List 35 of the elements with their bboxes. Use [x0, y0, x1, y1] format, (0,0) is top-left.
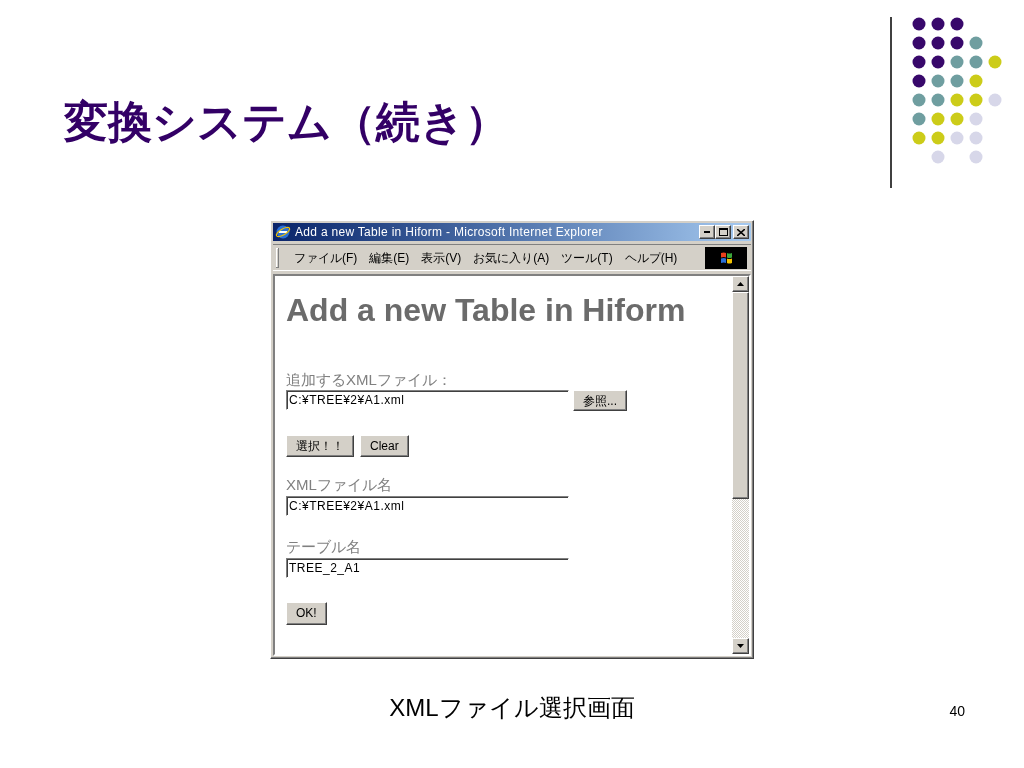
scrollbar-thumb[interactable] [732, 292, 749, 499]
menu-item[interactable]: 表示(V) [415, 251, 468, 264]
window-title: Add a new Table in Hiform - Microsoft Internet Explorer [295, 226, 604, 238]
page-heading: Add a new Table in Hiform [286, 294, 686, 326]
field-label: XMLファイル名 [286, 477, 392, 492]
flag-logo-icon [705, 246, 747, 269]
caret-up-icon [737, 282, 744, 286]
form-button[interactable]: Clear [360, 435, 409, 457]
text-input[interactable]: C:¥TREE¥2¥A1.xml [286, 390, 569, 410]
form-button[interactable]: 選択！！ [286, 435, 354, 457]
text-input[interactable]: TREE_2_A1 [286, 558, 569, 578]
menu-item[interactable]: 編集(E) [363, 251, 416, 264]
minimize-icon [704, 231, 710, 233]
text-input[interactable]: C:¥TREE¥2¥A1.xml [286, 496, 569, 516]
submit-button[interactable]: OK! [286, 601, 327, 625]
menu-item[interactable]: ツール(T) [555, 251, 619, 264]
close-button[interactable] [733, 225, 749, 239]
grip-icon[interactable] [276, 247, 279, 268]
slide-caption: XMLファイル選択画面 [389, 696, 635, 720]
close-icon [737, 228, 745, 236]
menu-item[interactable]: ファイル(F) [288, 251, 364, 264]
caret-down-icon [737, 644, 744, 648]
menu-item[interactable]: ヘルプ(H) [618, 251, 684, 264]
browse-button[interactable]: 参照... [573, 390, 627, 411]
slide-title: 変換システム（続き） [64, 100, 509, 144]
scroll-up-button[interactable] [732, 276, 749, 292]
browser-logo-icon [275, 224, 291, 240]
field-label: 追加するXMLファイル： [286, 372, 452, 387]
maximize-icon [718, 228, 728, 236]
maximize-button[interactable] [715, 225, 731, 239]
field-label: テーブル名 [286, 539, 361, 554]
page-number: 40 [949, 704, 965, 718]
menu-item[interactable]: お気に入り(A) [467, 251, 556, 264]
scroll-down-button[interactable] [732, 638, 749, 654]
minimize-button[interactable] [699, 225, 715, 239]
